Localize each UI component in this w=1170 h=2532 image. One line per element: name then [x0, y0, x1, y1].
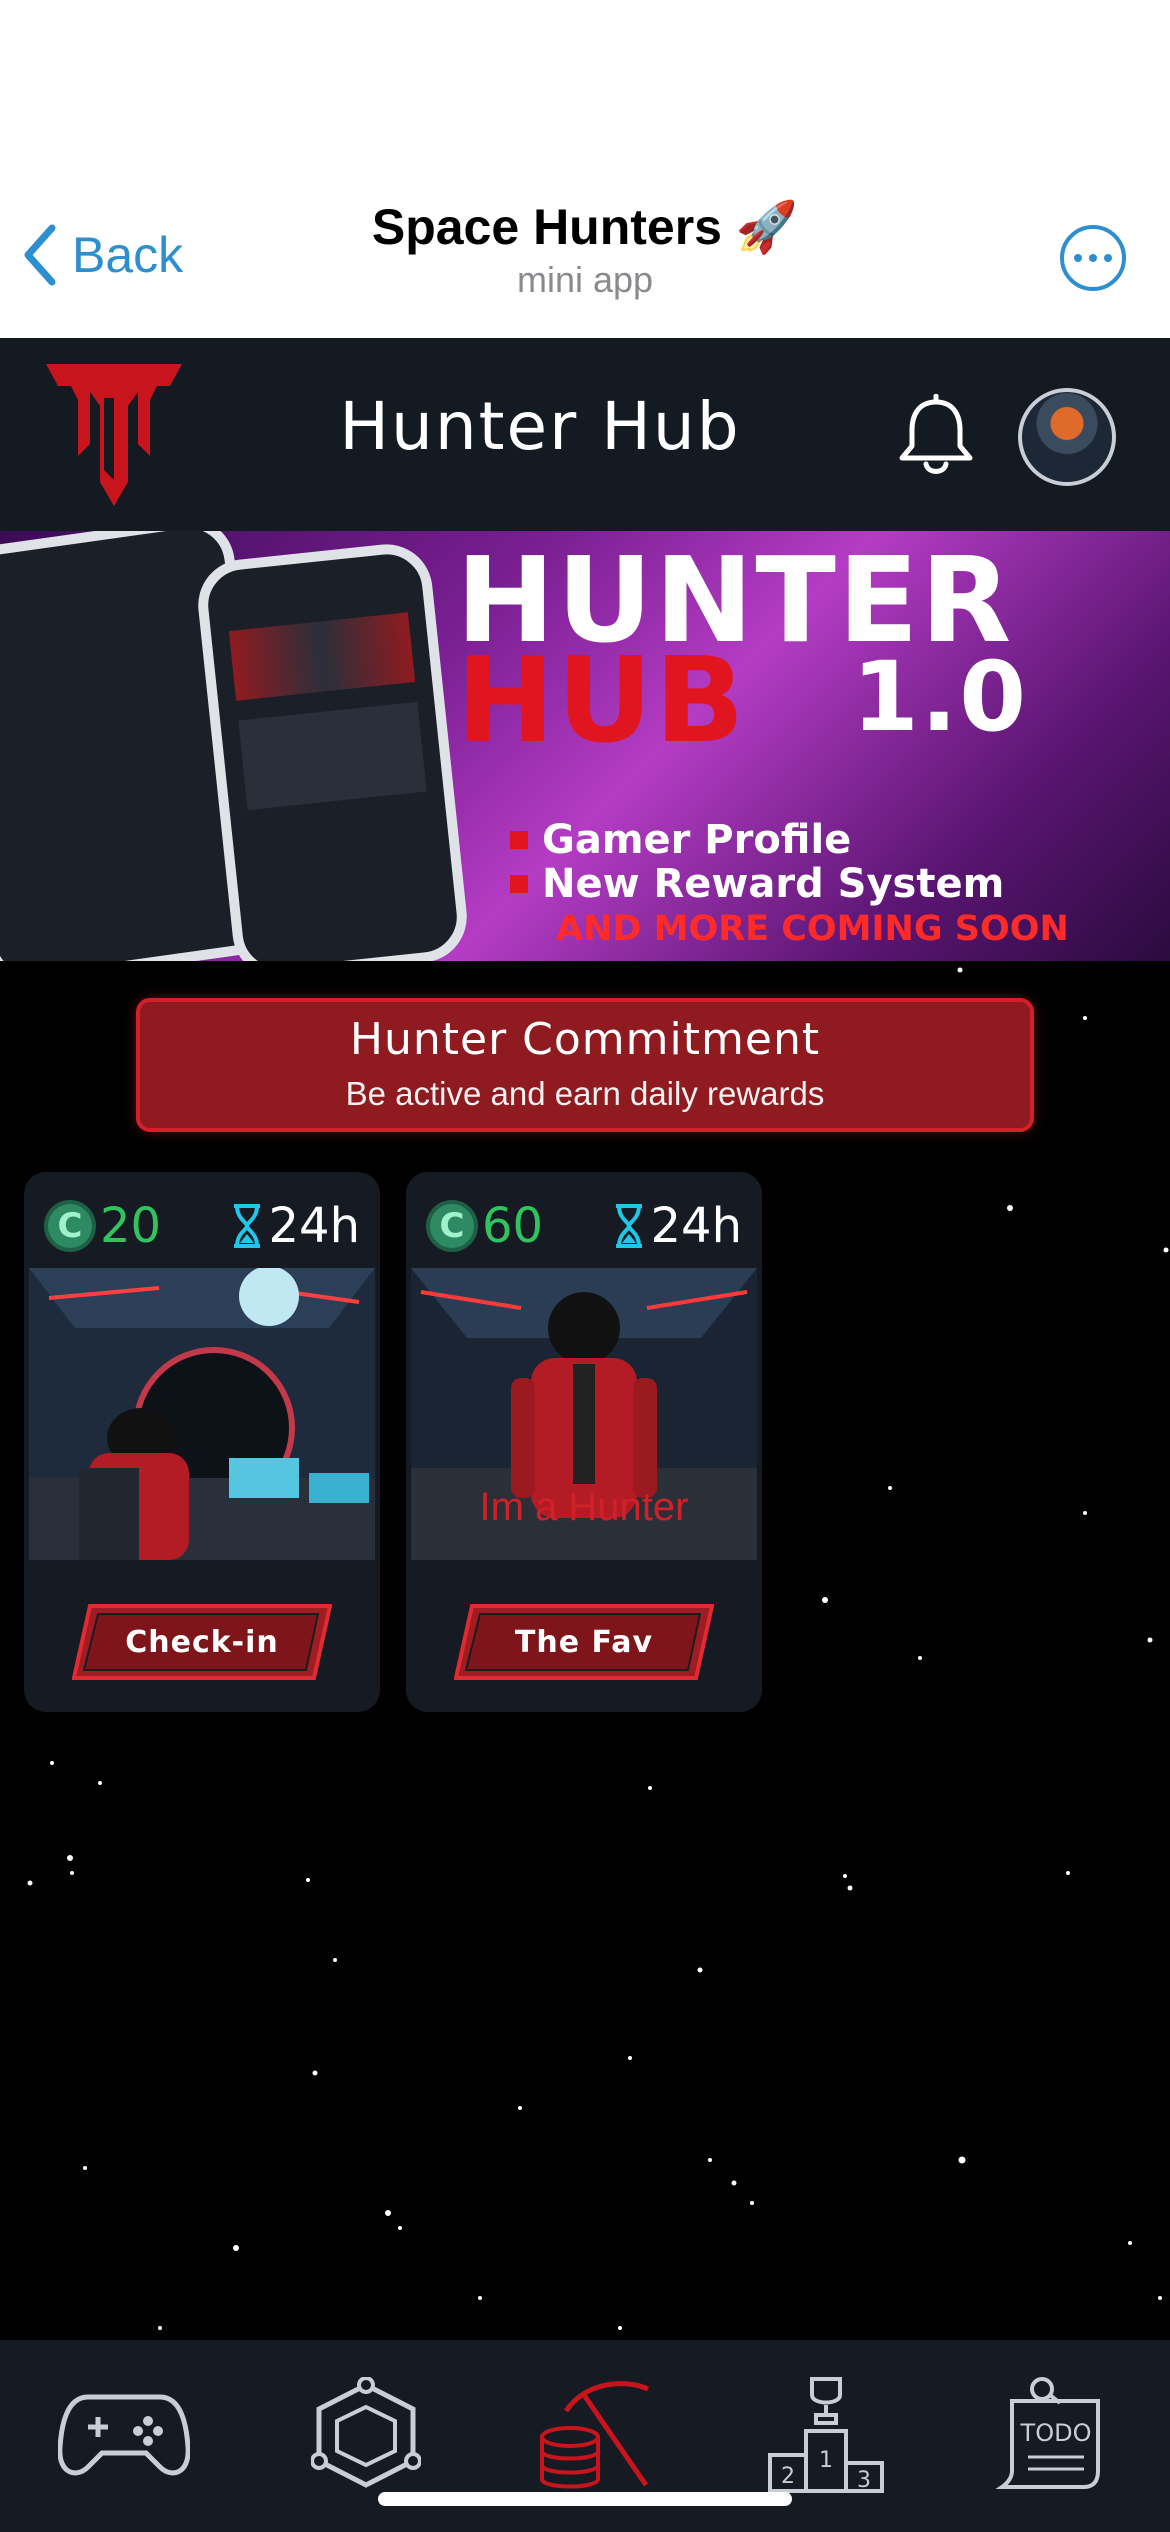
checkin-button-label: Check-in [125, 1624, 279, 1660]
tab-leaderboard[interactable]: 1 2 3 [756, 2370, 896, 2500]
cooldown-time: 24h [268, 1198, 361, 1254]
reward: C 60 [426, 1198, 543, 1254]
banner-subtitle: HUB [456, 631, 747, 769]
coin-icon: C [44, 1200, 96, 1252]
app-title-block: Space Hunters 🚀 mini app [300, 198, 870, 301]
the-fav-button[interactable]: The Fav [454, 1604, 714, 1680]
svg-text:1: 1 [819, 2448, 833, 2473]
reward-amount: 60 [482, 1198, 544, 1254]
banner-feature: Gamer Profile [510, 817, 851, 863]
hunter-hub-banner[interactable]: HUNTER HUB 1.0 Gamer Profile New Reward … [0, 531, 1170, 961]
checkin-image [29, 1268, 375, 1560]
svg-text:2: 2 [781, 2464, 795, 2489]
screen: Back Space Hunters 🚀 mini app Hunter Hub… [0, 0, 1170, 2532]
coin-icon: C [426, 1200, 478, 1252]
cooldown-time: 24h [650, 1198, 743, 1254]
more-options-button[interactable] [1060, 225, 1126, 291]
reward-amount: 20 [100, 1198, 162, 1254]
hub-title: Hunter Hub [339, 388, 741, 465]
commitment-title: Hunter Commitment [349, 1014, 821, 1065]
task-card-fav: C 60 24h Im a Hunter The Fav [406, 1172, 762, 1712]
checkin-button[interactable]: Check-in [72, 1604, 332, 1680]
app-subtitle: mini app [516, 259, 654, 300]
hourglass-icon [615, 1204, 642, 1248]
commitment-box: Hunter Commitment Be active and earn dai… [136, 998, 1034, 1132]
hunter-image: Im a Hunter [411, 1268, 757, 1560]
more-dot-icon [1104, 254, 1112, 262]
hourglass-icon [233, 1204, 260, 1248]
app-title: Space Hunters 🚀 [371, 199, 799, 255]
avatar[interactable] [1018, 388, 1116, 486]
chevron-left-icon [24, 224, 56, 286]
cooldown: 24h [613, 1198, 743, 1254]
banner-version: 1.0 [852, 641, 1029, 753]
card-meta: C 20 24h [44, 1196, 360, 1256]
tab-games[interactable] [54, 2370, 194, 2500]
bell-icon[interactable] [896, 394, 976, 478]
card-meta: C 60 24h [426, 1196, 742, 1256]
more-dot-icon [1089, 254, 1097, 262]
svg-text:3: 3 [857, 2468, 871, 2493]
more-dot-icon [1074, 254, 1082, 262]
image-caption: Im a Hunter [480, 1485, 689, 1529]
tab-inventory[interactable] [296, 2370, 436, 2500]
the-fav-button-label: The Fav [514, 1624, 654, 1660]
bullet-icon [510, 831, 528, 849]
tab-mining[interactable] [526, 2370, 666, 2500]
gamepad-icon [58, 2394, 190, 2476]
todo-icon: TODO [995, 2377, 1100, 2489]
reward: C 20 [44, 1198, 161, 1254]
back-button[interactable]: Back [22, 220, 183, 290]
bullet-icon [510, 875, 528, 893]
podium-icon: 1 2 3 [768, 2377, 884, 2493]
cooldown: 24h [231, 1198, 361, 1254]
banner-coming-soon: AND MORE COMING SOON [556, 909, 1069, 949]
tab-todo[interactable]: TODO [984, 2370, 1124, 2500]
phone-mockup-image [193, 539, 472, 961]
hub-header: Hunter Hub [0, 338, 1170, 531]
mining-icon [540, 2381, 650, 2489]
cube-icon [311, 2377, 421, 2488]
home-indicator [378, 2492, 792, 2506]
app-content: Hunter Hub HUNTER HUB 1.0 Gamer Profile … [0, 338, 1170, 2532]
task-card-checkin: C 20 24h Check-in [24, 1172, 380, 1712]
todo-label: TODO [1020, 2419, 1092, 2447]
banner-feature: New Reward System [510, 861, 1004, 907]
back-label: Back [72, 227, 184, 283]
commitment-subtitle: Be active and earn daily rewards [345, 1075, 825, 1112]
hunter-logo-icon[interactable] [46, 360, 182, 508]
